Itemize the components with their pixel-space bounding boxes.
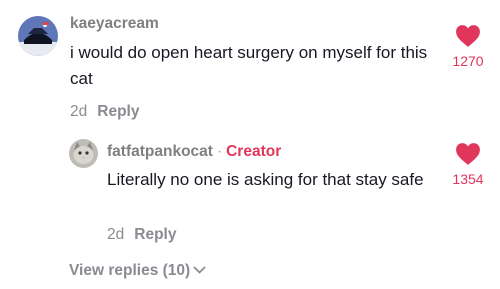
comment-text: Literally no one is asking for that stay… [107, 170, 424, 189]
avatar[interactable] [18, 16, 58, 56]
like-count: 1354 [452, 171, 484, 187]
comment-age: 2d [107, 226, 125, 243]
heart-icon[interactable] [455, 142, 481, 166]
comment-username[interactable]: kaeyacream [70, 15, 159, 33]
like-button[interactable]: 1270 [443, 24, 493, 69]
comment-meta: 2d Reply [70, 103, 139, 121]
comment-username: fatfatpankocat · Creator [107, 143, 281, 161]
like-button[interactable]: 1354 [443, 142, 493, 187]
view-replies-label: View replies (10) [69, 262, 191, 279]
separator-dot: · [216, 143, 223, 160]
like-count: 1270 [452, 53, 484, 69]
comment-age: 2d [70, 103, 88, 120]
reply-button[interactable]: Reply [134, 226, 176, 243]
heart-icon[interactable] [455, 24, 481, 48]
username-link[interactable]: fatfatpankocat [107, 143, 213, 160]
avatar[interactable] [69, 139, 98, 168]
reply-button[interactable]: Reply [97, 103, 139, 120]
comment-kaeyacream: kaeyacream i would do open heart surgery… [0, 0, 500, 130]
view-replies-button[interactable]: View replies (10) [69, 262, 206, 280]
chevron-down-icon [193, 267, 206, 275]
creator-badge: Creator [226, 143, 282, 160]
comment-meta: 2d Reply [107, 226, 176, 244]
comment-fatfatpankocat: fatfatpankocat · Creator Literally no one … [0, 130, 500, 250]
comment-text: i would do open heart surgery on myself … [70, 43, 428, 88]
